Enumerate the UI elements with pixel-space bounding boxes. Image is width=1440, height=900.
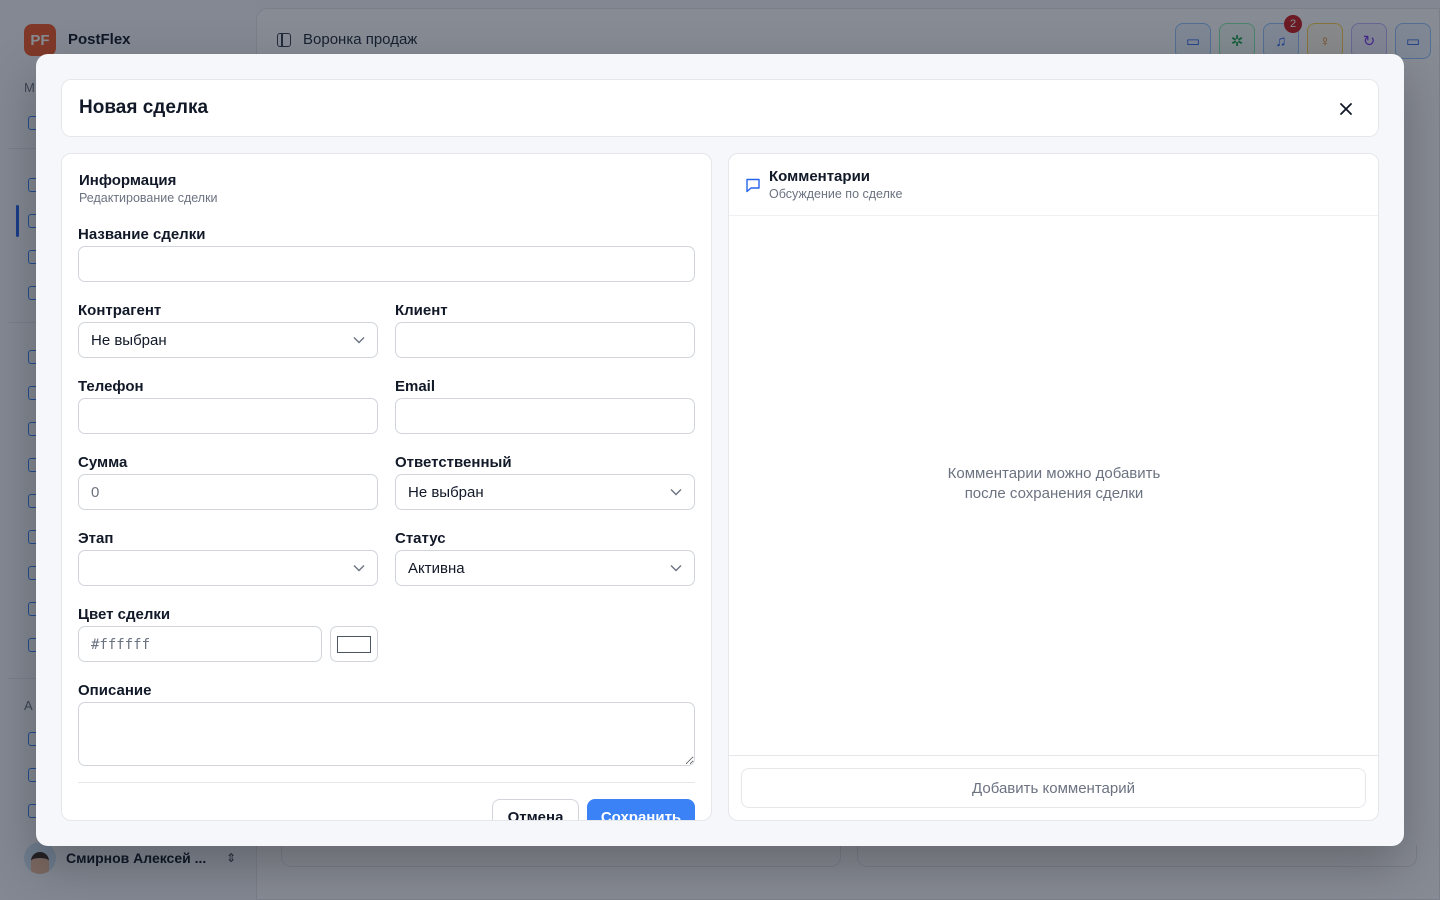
comments-empty-line-1: Комментарии можно добавить	[947, 465, 1161, 482]
status-select[interactable]: Активна	[395, 550, 695, 586]
client-input[interactable]	[395, 322, 695, 358]
amount-label: Сумма	[78, 454, 128, 471]
stage-label: Этап	[78, 530, 114, 547]
counterparty-value: Не выбран	[91, 331, 167, 349]
modal-title: Новая сделка	[79, 97, 209, 118]
chevron-down-icon	[353, 565, 365, 572]
responsible-select[interactable]: Не выбран	[395, 474, 695, 510]
status-label: Статус	[395, 530, 446, 547]
chevron-down-icon	[353, 337, 365, 344]
save-button[interactable]: Сохранить	[587, 799, 695, 820]
info-section-subtitle: Редактирование сделки	[79, 191, 218, 205]
comments-card: Комментарии Обсуждение по сделке Коммент…	[728, 153, 1379, 821]
responsible-value: Не выбран	[408, 483, 484, 501]
phone-input[interactable]	[78, 398, 378, 434]
deal-color-input[interactable]	[78, 626, 322, 662]
stage-select[interactable]	[78, 550, 378, 586]
modal-header: Новая сделка	[61, 79, 1379, 137]
description-textarea[interactable]	[78, 702, 695, 766]
amount-input[interactable]	[78, 474, 378, 510]
cancel-button[interactable]: Отмена	[492, 799, 579, 820]
deal-color-label: Цвет сделки	[78, 606, 171, 623]
comments-header: Комментарии Обсуждение по сделке	[729, 154, 1378, 216]
phone-label: Телефон	[78, 378, 144, 395]
email-label: Email	[395, 378, 436, 395]
client-label: Клиент	[395, 302, 448, 319]
status-value: Активна	[408, 559, 465, 577]
responsible-label: Ответственный	[395, 454, 512, 471]
color-swatch	[337, 635, 371, 653]
chevron-down-icon	[670, 565, 682, 572]
color-picker-button[interactable]	[330, 626, 378, 662]
comments-empty-line-2: после сохранения сделки	[964, 485, 1144, 502]
close-button[interactable]	[1334, 97, 1358, 121]
chevron-down-icon	[670, 489, 682, 496]
comments-subtitle: Обсуждение по сделке	[769, 187, 903, 201]
add-comment-button[interactable]: Добавить комментарий	[741, 768, 1366, 808]
deal-name-input[interactable]	[78, 246, 695, 282]
form-divider	[78, 782, 695, 783]
comments-empty-state: Комментарии можно добавить после сохране…	[879, 464, 1229, 504]
comments-footer-divider	[729, 755, 1378, 756]
deal-name-label: Название сделки	[78, 226, 206, 243]
counterparty-select[interactable]: Не выбран	[78, 322, 378, 358]
info-section-title: Информация	[79, 172, 177, 189]
message-square-icon	[746, 178, 760, 193]
comments-title: Комментарии	[769, 168, 871, 185]
counterparty-label: Контрагент	[78, 302, 162, 319]
email-input[interactable]	[395, 398, 695, 434]
deal-info-card: Информация Редактирование сделки Названи…	[61, 153, 712, 821]
close-icon	[1340, 103, 1352, 115]
new-deal-modal: Новая сделка Информация Редактирование с…	[36, 54, 1404, 846]
description-label: Описание	[78, 682, 152, 699]
